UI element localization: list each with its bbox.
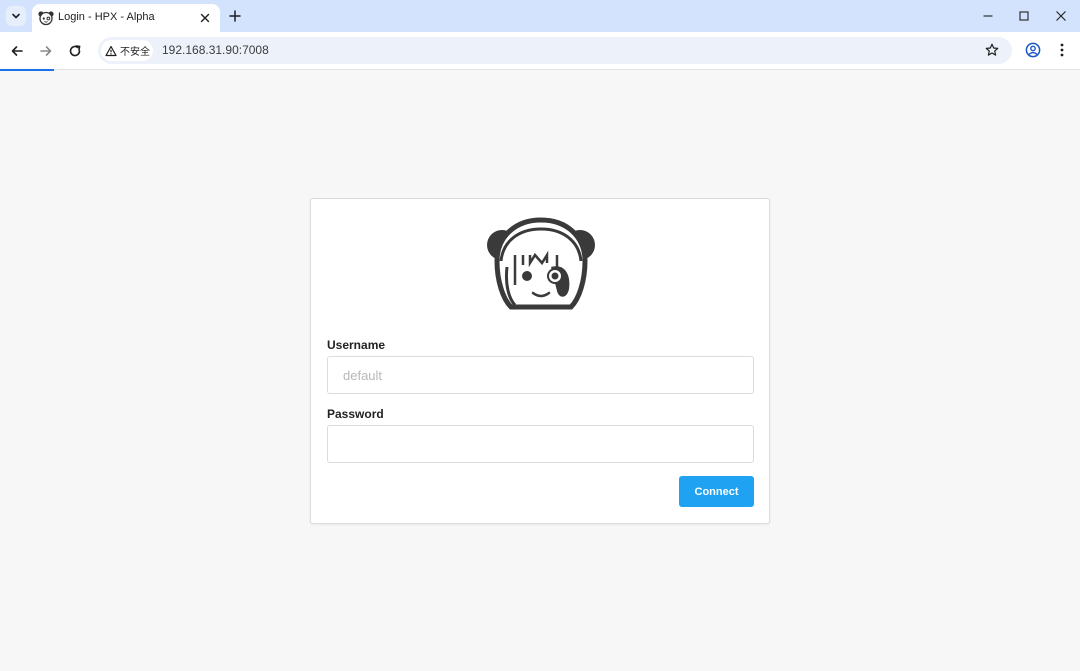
close-window-button[interactable] bbox=[1053, 8, 1069, 24]
username-label: Username bbox=[327, 338, 386, 352]
security-label: 不安全 bbox=[120, 47, 150, 58]
loading-progress-bar bbox=[0, 69, 54, 71]
url-text[interactable]: 192.168.31.90:7008 bbox=[162, 43, 269, 57]
login-card: Username Password Connect bbox=[310, 198, 770, 524]
profile-button[interactable] bbox=[1024, 41, 1042, 59]
star-icon bbox=[985, 43, 999, 56]
connect-button[interactable]: Connect bbox=[679, 476, 754, 507]
maximize-icon bbox=[1019, 11, 1029, 21]
reload-button[interactable] bbox=[66, 42, 84, 60]
tab-title: Login - HPX - Alpha bbox=[58, 11, 155, 23]
new-tab-button[interactable] bbox=[227, 8, 243, 24]
minimize-icon bbox=[983, 15, 993, 17]
panda-face-icon bbox=[38, 11, 54, 26]
warning-triangle-icon bbox=[105, 45, 117, 56]
tab-search-button[interactable] bbox=[6, 6, 26, 26]
password-label: Password bbox=[327, 407, 384, 421]
username-input[interactable] bbox=[327, 356, 754, 394]
minimize-button[interactable] bbox=[980, 8, 996, 24]
password-input[interactable] bbox=[327, 425, 754, 463]
back-button[interactable] bbox=[8, 42, 26, 60]
plus-icon bbox=[229, 10, 241, 22]
tab-close-button[interactable] bbox=[198, 11, 212, 25]
browser-menu-button[interactable] bbox=[1054, 41, 1070, 59]
bookmark-button[interactable] bbox=[984, 42, 1000, 58]
profile-icon bbox=[1025, 42, 1041, 58]
site-security-chip[interactable]: 不安全 bbox=[101, 40, 153, 61]
kebab-menu-icon bbox=[1060, 43, 1064, 57]
chevron-down-icon bbox=[12, 13, 20, 19]
back-arrow-icon bbox=[11, 46, 23, 56]
panda-face-icon bbox=[487, 217, 595, 310]
maximize-button[interactable] bbox=[1016, 8, 1032, 24]
browser-toolbar: 不安全 192.168.31.90:7008 bbox=[0, 32, 1080, 70]
address-bar[interactable]: 不安全 192.168.31.90:7008 bbox=[98, 37, 1012, 64]
close-icon bbox=[1056, 11, 1066, 21]
tab-strip: Login - HPX - Alpha bbox=[0, 0, 1080, 32]
reload-icon bbox=[69, 45, 81, 57]
browser-tab[interactable]: Login - HPX - Alpha bbox=[32, 4, 220, 32]
forward-button[interactable] bbox=[37, 42, 55, 60]
close-icon bbox=[200, 13, 210, 23]
forward-arrow-icon bbox=[40, 46, 52, 56]
